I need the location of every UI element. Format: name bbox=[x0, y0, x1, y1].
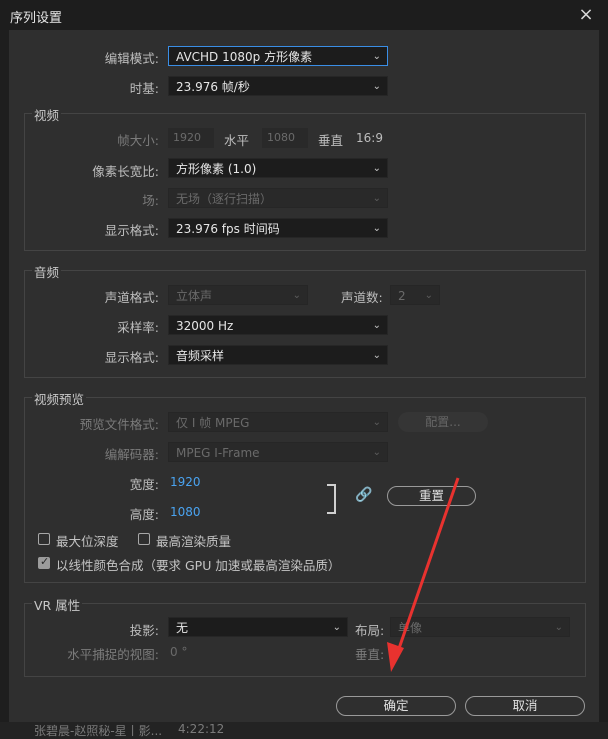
annotation-arrow-line bbox=[393, 477, 460, 661]
annotation-arrow-head bbox=[387, 642, 404, 672]
sequence-settings-dialog: 序列设置 × 编辑模式: AVCHD 1080p 方形像素 ⌄ 时基: 23.9… bbox=[0, 0, 608, 739]
annotation-arrow bbox=[387, 477, 460, 672]
